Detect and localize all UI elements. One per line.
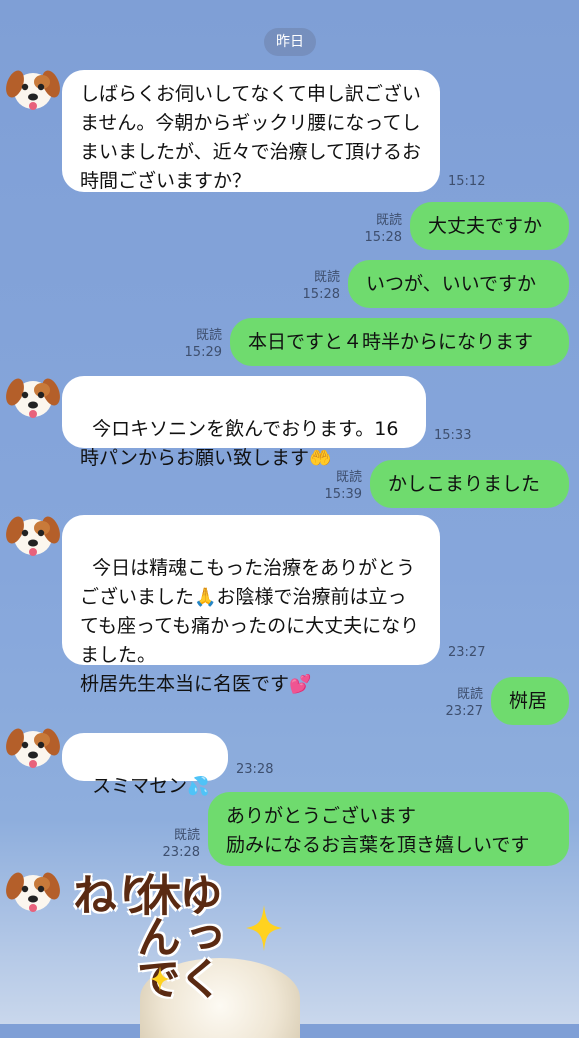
message-time: 23:28 [236,762,274,777]
avatar[interactable] [4,718,62,776]
message-text: スミマセン [92,775,188,797]
avatar[interactable] [4,368,62,426]
read-receipt: 既読 [456,687,483,702]
message-time: 23:27 [445,704,483,719]
message-bubble-outgoing[interactable]: かしこまりました [370,460,569,508]
message-bubble-outgoing[interactable]: 桝居 [491,677,569,725]
dog-face-emoji-icon [6,728,60,768]
folded-hands-emoji-icon: 🙏 [194,587,217,608]
read-receipt: 既読 [173,828,200,843]
avatar[interactable] [4,60,62,118]
message-time: 15:39 [324,487,362,502]
message-bubble-incoming[interactable]: しばらくお伺いしてなくて申し訳ございません。今朝からギックリ腰になってしまいまし… [62,70,440,192]
dog-face-emoji-icon [6,378,60,418]
two-hearts-emoji-icon: 💕 [289,674,312,695]
message-text: 今ロキソニンを飲んでおります。16時パンからお願い致します [80,418,399,469]
sparkle-icon [246,905,282,951]
avatar[interactable] [4,862,62,920]
dog-face-emoji-icon [6,516,60,556]
sticker-text-line2: 休んでね [65,872,180,998]
avatar[interactable] [4,506,62,564]
message-bubble-incoming[interactable]: 今ロキソニンを飲んでおります。16時パンからお願い致します🤲 [62,376,426,469]
open-hands-emoji-icon: 🤲 [308,448,332,469]
message-time: 15:28 [302,287,340,302]
dog-face-emoji-icon [6,872,60,912]
message-bubble-outgoing[interactable]: ありがとうございます 励みになるお言葉を頂き嬉しいです [208,792,569,866]
message-bubble-outgoing[interactable]: いつが、いいですか [348,260,569,308]
sparkle-icon [150,966,170,992]
message-time: 23:27 [448,645,486,660]
message-bubble-incoming[interactable]: 今日は精魂こもった治療をありがとうございました🙏お陰様で治療前は立っても座っても… [62,515,440,695]
message-time: 23:28 [162,845,200,860]
read-receipt: 既読 [313,270,340,285]
message-bubble-outgoing[interactable]: 本日ですと４時半からになります [230,318,569,366]
message-time: 15:12 [448,174,486,189]
message-time: 15:33 [434,428,472,443]
date-separator: 昨日 [264,28,316,56]
message-bubble-incoming[interactable]: スミマセン💦 [62,733,228,797]
sweat-droplets-emoji-icon: 💦 [187,776,210,797]
message-time: 15:29 [184,345,222,360]
message-time: 15:28 [364,230,402,245]
dog-face-emoji-icon [6,70,60,110]
message-bubble-outgoing[interactable]: 大丈夫ですか [410,202,569,250]
message-text: 枡居先生本当に名医です [80,673,290,695]
read-receipt: 既読 [375,213,402,228]
read-receipt: 既読 [195,328,222,343]
read-receipt: 既読 [335,470,362,485]
